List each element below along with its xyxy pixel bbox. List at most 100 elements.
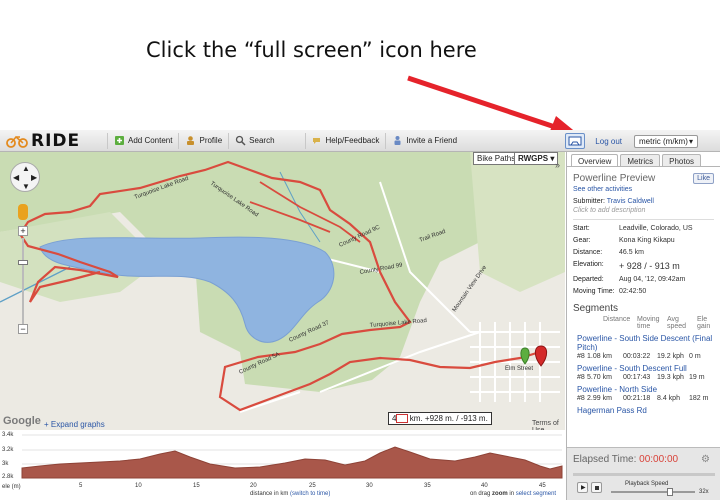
seg-col: Ele gain bbox=[697, 316, 711, 330]
segment-row: #8 1.08 km 00:03:22 19.2 kph 0 m bbox=[577, 353, 720, 360]
route-map[interactable]: Turquoise Lake Road Turquoise Lake Road … bbox=[0, 152, 565, 430]
x-tick: 30 bbox=[366, 483, 373, 489]
description-placeholder[interactable]: Click to add description bbox=[573, 207, 720, 214]
stop-button[interactable] bbox=[591, 482, 602, 493]
seg-speed: 19.2 kph bbox=[657, 353, 684, 360]
seg-rank: #8 bbox=[577, 353, 585, 360]
chevron-down-icon: ▾ bbox=[550, 154, 555, 163]
drag-hint-text: on drag bbox=[470, 491, 491, 497]
stat-value: Leadville, Colorado, US bbox=[619, 225, 693, 232]
ride-logo[interactable]: RIDE bbox=[6, 131, 101, 151]
expand-graphs-link[interactable]: + Expand graphs bbox=[44, 420, 105, 429]
toolbar-right: Log out metric (m/km) ▾ bbox=[565, 130, 720, 152]
units-select[interactable]: metric (m/km) ▾ bbox=[634, 134, 698, 148]
pan-right-icon[interactable]: ▶ bbox=[31, 173, 37, 182]
stat-row: Start: Leadville, Colorado, US bbox=[573, 225, 714, 232]
elevation-graph[interactable]: 3.4k 3.2k 3k 2.8k ele (m) 5 10 15 20 25 … bbox=[0, 430, 565, 500]
seg-time: 00:21:18 bbox=[623, 395, 651, 402]
switch-to-time-link[interactable]: (switch to time) bbox=[290, 491, 330, 497]
profile-label: Profile bbox=[199, 136, 223, 145]
submitter-row: Submitter: Travis Caldwell bbox=[573, 198, 720, 205]
elapsed-time: Elapsed Time: 00:00:00 bbox=[573, 454, 678, 465]
stop-icon bbox=[595, 486, 599, 490]
segment-row: #8 2.99 km 00:21:18 8.4 kph 182 m bbox=[577, 395, 720, 402]
play-icon: ▶ bbox=[581, 485, 586, 491]
logo-text: RIDE bbox=[31, 130, 81, 151]
stat-key: Gear: bbox=[573, 237, 591, 244]
fullscreen-icon bbox=[568, 136, 582, 145]
tab-photos[interactable]: Photos bbox=[662, 154, 702, 166]
stat-value: Aug 04, '12, 09:42am bbox=[619, 276, 686, 283]
stat-row: Moving Time: 02:42:50 bbox=[573, 288, 714, 295]
x-tick: 5 bbox=[79, 483, 83, 489]
drag-in-text: in bbox=[509, 491, 515, 497]
segment-link[interactable]: Powerline - South Side Descent (Final Pi… bbox=[577, 334, 720, 352]
select-segment-link[interactable]: select segment bbox=[516, 491, 556, 497]
help-feedback-button[interactable]: Help/Feedback bbox=[304, 132, 386, 149]
tab-overview[interactable]: Overview bbox=[571, 154, 619, 166]
road-label: Mountain View Drive bbox=[452, 264, 489, 313]
elapsed-label: Elapsed Time: bbox=[573, 454, 637, 465]
playback-speed-handle[interactable] bbox=[667, 488, 673, 496]
submitter-label: Submitter: bbox=[573, 198, 605, 205]
pan-up-icon[interactable]: ▲ bbox=[22, 164, 30, 173]
tab-metrics[interactable]: Metrics bbox=[620, 154, 661, 166]
google-logo: Google bbox=[3, 415, 41, 427]
logout-link[interactable]: Log out bbox=[595, 137, 622, 146]
stat-key: Distance: bbox=[573, 249, 603, 256]
print-icon[interactable] bbox=[396, 414, 408, 423]
invite-friend-button[interactable]: Invite a Friend bbox=[385, 132, 463, 149]
map-canvas[interactable]: Turquoise Lake Road Turquoise Lake Road … bbox=[0, 152, 565, 430]
seg-dist: 5.70 km bbox=[587, 374, 612, 381]
play-button[interactable]: ▶ bbox=[577, 482, 588, 493]
search-label: Search bbox=[249, 136, 275, 145]
zoom-slider-handle[interactable] bbox=[18, 260, 28, 265]
playback-speed-slider[interactable] bbox=[611, 491, 695, 493]
progress-track[interactable] bbox=[573, 473, 715, 476]
pan-control[interactable]: ▲ ▼ ◀ ▶ bbox=[10, 162, 40, 192]
stat-value: 46.5 km bbox=[619, 249, 644, 256]
elevation-plot[interactable] bbox=[0, 430, 565, 500]
see-other-activities-link[interactable]: See other activities bbox=[573, 186, 720, 193]
like-button[interactable]: Like bbox=[693, 173, 714, 184]
stat-row: Elevation: + 928 / - 913 m bbox=[573, 261, 714, 271]
zoom-in-button[interactable]: + bbox=[18, 226, 28, 236]
seg-dist: 1.08 km bbox=[587, 353, 612, 360]
segment-link[interactable]: Hagerman Pass Rd bbox=[577, 406, 720, 415]
seg-gain: 0 m bbox=[689, 353, 701, 360]
rwgps-label: RWGPS bbox=[518, 154, 549, 163]
rwgps-select[interactable]: RWGPS ▾ bbox=[514, 152, 559, 165]
gear-icon: ⚙ bbox=[701, 454, 710, 465]
gear-link[interactable]: Kona King Kikapu bbox=[619, 237, 675, 244]
search-button[interactable]: Search bbox=[228, 132, 280, 149]
stat-key: Moving Time: bbox=[573, 288, 615, 295]
stat-row: Distance: 46.5 km bbox=[573, 249, 714, 256]
add-content-button[interactable]: Add Content bbox=[107, 132, 178, 149]
invite-friend-label: Invite a Friend bbox=[406, 136, 458, 145]
segment-link[interactable]: Powerline - South Descent Full bbox=[577, 364, 720, 373]
stat-row: Departed: Aug 04, '12, 09:42am bbox=[573, 276, 714, 283]
collapse-panel-icon[interactable]: » bbox=[555, 160, 560, 170]
fullscreen-button[interactable] bbox=[565, 133, 586, 149]
submitter-link[interactable]: Travis Caldwell bbox=[607, 198, 654, 205]
pan-left-icon[interactable]: ◀ bbox=[13, 173, 19, 182]
stat-key: Departed: bbox=[573, 276, 604, 283]
elapsed-value: 00:00:00 bbox=[639, 454, 679, 465]
seg-dist: 2.99 km bbox=[587, 395, 612, 402]
elevation-area bbox=[21, 446, 563, 479]
x-tick: 10 bbox=[135, 483, 142, 489]
stat-row: Gear: Kona King Kikapu bbox=[573, 237, 714, 244]
road-label: Elm Street bbox=[505, 366, 533, 372]
invite-icon bbox=[394, 136, 401, 145]
seg-rank: #8 bbox=[577, 374, 585, 381]
zoom-out-button[interactable]: − bbox=[18, 324, 28, 334]
pan-down-icon[interactable]: ▼ bbox=[22, 182, 30, 191]
settings-gear-button[interactable]: ⚙ bbox=[701, 454, 712, 465]
zoom-slider[interactable] bbox=[22, 238, 24, 324]
pegman-icon[interactable] bbox=[18, 204, 28, 220]
segment-link[interactable]: Powerline - North Side bbox=[577, 385, 720, 394]
stat-key: Elevation: bbox=[573, 261, 604, 268]
terms-link[interactable]: Terms of Use bbox=[532, 420, 565, 430]
bike-paths-button[interactable]: Bike Paths bbox=[473, 152, 520, 165]
profile-button[interactable]: Profile bbox=[178, 132, 228, 149]
